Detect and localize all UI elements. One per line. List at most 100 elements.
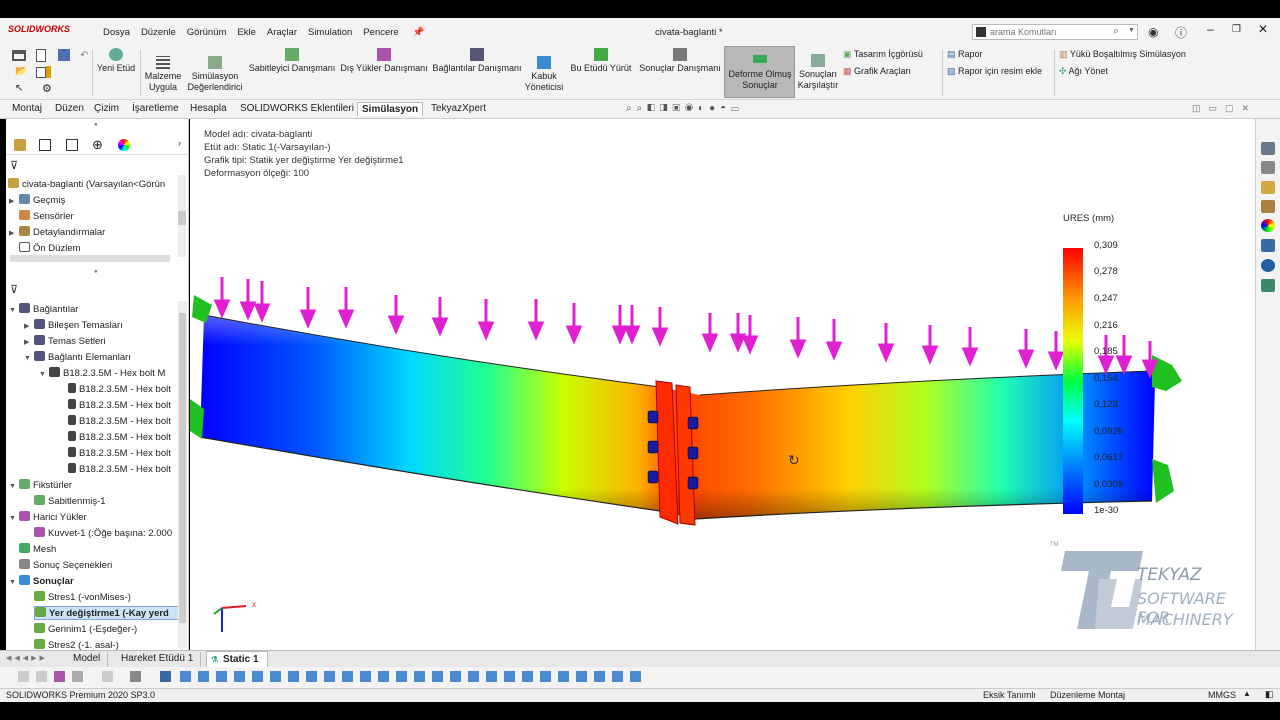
filter-icon-sim[interactable]: ⊽ [10,283,18,296]
tree-sonuc-secenekleri[interactable]: Sonuç Seçenekleri [19,559,112,571]
section-view-icon[interactable]: ◨ [660,103,673,114]
tree-item-sensorler[interactable]: Sensörler [9,210,74,222]
select-icon[interactable]: ↖ [15,83,23,94]
search-icon[interactable]: ⌕ [1113,25,1119,38]
minimize-icon[interactable]: – [1207,22,1214,36]
tree-bolt-parent[interactable]: ▼ B18.2.3.5M - Hex bolt M [39,367,165,379]
window-tile-icon[interactable]: ◫ [1192,103,1209,113]
dis-yukler-button[interactable]: Dış Yükler Danışmanı [340,48,428,74]
chevron-right-icon[interactable]: › [178,138,181,148]
anim-tool-icon[interactable] [378,671,389,682]
appearances-icon[interactable] [1261,219,1275,232]
save-tool-icon[interactable] [504,671,515,682]
box-select-icon[interactable] [160,671,171,682]
search-input[interactable] [990,26,1110,38]
solidworks-logo[interactable]: SOLIDWORKS [8,24,70,34]
tree-item-detaylandirmalar[interactable]: ▶ Detaylandırmalar [9,226,105,238]
agi-yonet-button[interactable]: ✣ Ağı Yönet [1059,66,1108,77]
file-explorer-icon[interactable] [1261,181,1275,194]
options-gear-icon[interactable]: ⚙ [42,82,52,95]
measure-tool-icon[interactable] [396,671,407,682]
filter-tool-2-icon[interactable] [36,671,47,682]
grafik-araclari-button[interactable]: ▦ Grafik Araçları [843,66,911,77]
tree-stres2[interactable]: Stres2 (-1. asal-) [34,639,119,650]
sketch-tool-icon[interactable] [102,671,113,682]
menu-duzenle[interactable]: Düzenle [141,27,176,38]
section-tool-icon[interactable] [324,671,335,682]
sim-tree-scrollbar[interactable] [178,301,187,648]
load-tool-icon[interactable] [54,671,65,682]
tree-yer-degistirme-selected[interactable]: Yer değiştirme1 (-Kay yerd [34,606,178,620]
filter-tool-icon[interactable] [18,671,29,682]
tree-scrollbar-top[interactable] [178,175,186,257]
simulasyon-degerlendirici-button[interactable]: Simülasyon Değerlendirici [185,56,245,93]
rotate-tool-icon[interactable] [216,671,227,682]
tree-bilesen-temaslari[interactable]: ▶ Bileşen Temasları [24,319,123,331]
panel-splitter-2[interactable]: ● [94,269,98,275]
tree-bolt-3[interactable]: B18.2.3.5M - Hex bolt [68,415,171,427]
tree-bolt-2[interactable]: B18.2.3.5M - Hex bolt [68,399,171,411]
new-file-icon[interactable] [36,49,46,62]
malzeme-button[interactable]: Malzeme Uygula [143,56,183,93]
status-units[interactable]: MMGS [1208,690,1236,700]
tree-item-gecmis[interactable]: ▶ Geçmiş [9,194,65,206]
sonuclar-danismani-button[interactable]: Sonuçlar Danışmanı [638,48,722,74]
tasarim-icgorusu-button[interactable]: ▣ Tasarım İçgörüsü [843,49,923,60]
iso-tool-icon[interactable] [342,671,353,682]
legend-tool-icon[interactable] [450,671,461,682]
tree-bolt-4[interactable]: B18.2.3.5M - Hex bolt [68,431,171,443]
zoom-tool-icon[interactable] [252,671,263,682]
probe-tool-icon[interactable] [306,671,317,682]
tree-stres1[interactable]: Stres1 (-vonMises-) [34,591,131,603]
display-manager-icon[interactable] [118,139,130,151]
sw-resources-icon[interactable] [1261,142,1275,155]
help-icon[interactable]: ⓘ [1175,24,1187,41]
export-tool-icon[interactable] [522,671,533,682]
hide-show-icon[interactable]: ◐ [698,103,709,114]
window-min-icon[interactable]: ▭ [1209,103,1226,113]
tree-mesh[interactable]: Mesh [19,543,56,555]
restore-icon[interactable]: ❐ [1232,24,1241,35]
plot-tool-icon[interactable] [468,671,479,682]
tab-duzen[interactable]: Düzen [51,102,88,115]
undo-icon[interactable]: ↶ [80,50,88,61]
close-tool-icon[interactable] [594,671,605,682]
rapor-button[interactable]: ▤ Rapor [947,49,983,60]
extra-tool-icon[interactable] [630,671,641,682]
chart-tool-icon[interactable] [414,671,425,682]
zoom-fit-icon[interactable]: ⌕ [626,103,637,114]
menu-dosya[interactable]: Dosya [103,27,130,38]
tree-harici-yukler[interactable]: ▼ Harici Yükler [9,511,87,523]
tab-solidworks-eklentileri[interactable]: SOLIDWORKS Eklentileri [236,102,358,115]
chevron-down-icon[interactable]: ▼ [1128,27,1135,34]
home-icon[interactable] [12,50,26,61]
list-tool-icon[interactable] [360,671,371,682]
report-tool-icon[interactable] [486,671,497,682]
zoom-area-icon[interactable]: ⌕ [637,103,648,114]
pin-icon[interactable]: 📌 [413,27,425,38]
window-close-icon[interactable]: ✕ [1242,103,1258,113]
design-library-icon[interactable] [1261,161,1275,174]
tab-montaj[interactable]: Montaj [8,102,46,115]
tree-fiksturler[interactable]: ▼ Fikstürler [9,479,72,491]
graphics-area[interactable]: Model adı: civata-baglanti Etüt adı: Sta… [190,119,1255,650]
filter-icon[interactable]: ⊽ [10,159,18,172]
mesh-tool-icon[interactable] [288,671,299,682]
tree-bolt-1[interactable]: B18.2.3.5M - Hex bolt [68,383,171,395]
cube-view-icon[interactable] [198,671,209,682]
tree-sonuclar[interactable]: ▼ Sonuçlar [9,575,74,587]
close-icon[interactable]: ✕ [1258,22,1268,36]
grid-tool-icon[interactable] [270,671,281,682]
feature-manager-icon[interactable] [14,139,26,151]
tab-hesapla[interactable]: Hesapla [186,102,231,115]
view-palette-icon[interactable] [1261,200,1275,213]
yuku-bosaltilmis-button[interactable]: ▥ Yükü Boşaltılmış Simülasyon [1059,49,1186,60]
tree-bolt-5[interactable]: B18.2.3.5M - Hex bolt [68,447,171,459]
deforme-olmus-sonuclar-button[interactable]: Deforme Olmuş Sonuçlar [724,46,795,98]
tab-isaretleme[interactable]: İşaretleme [128,102,183,115]
rapor-resim-button[interactable]: ▧ Rapor için resim ekle [947,66,1042,77]
heads-up-view-toolbar[interactable]: ⌕⌕◧◨▣◉◐●◓▭ [626,103,744,114]
bu-etudu-yurut-button[interactable]: Bu Etüdü Yürüt [568,48,634,74]
tree-baglanti-elemanlari[interactable]: ▼ Bağlantı Elemanları [24,351,131,363]
dimxpert-icon[interactable]: ⊕ [92,137,103,153]
